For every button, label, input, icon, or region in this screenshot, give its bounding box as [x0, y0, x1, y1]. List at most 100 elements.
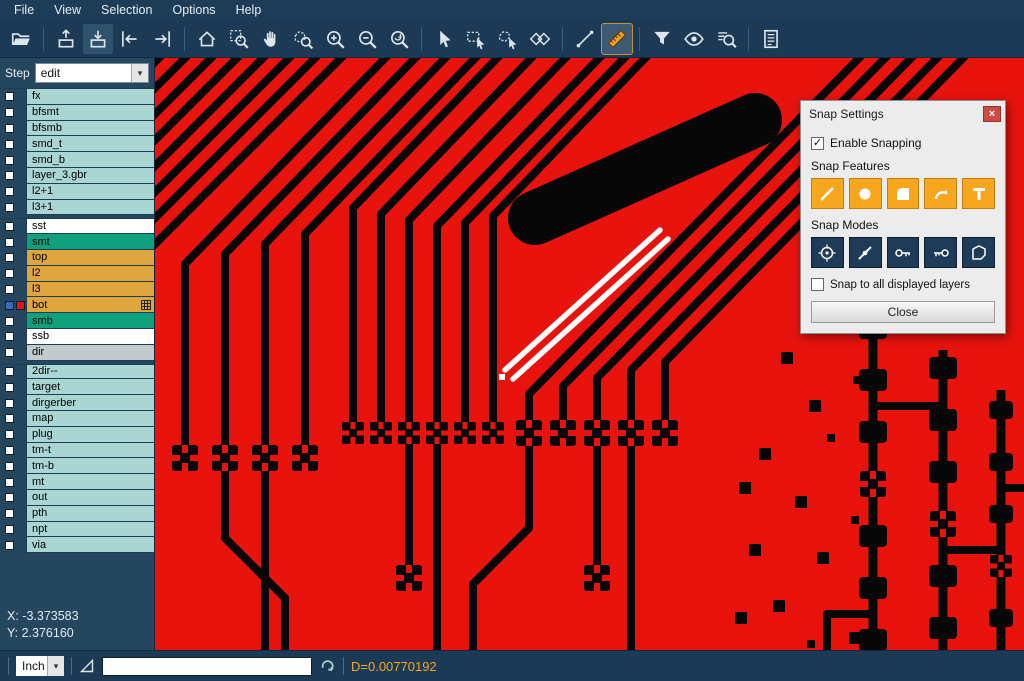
enable-snapping-checkbox[interactable]: Enable Snapping [811, 136, 995, 150]
layer-checkbox[interactable] [0, 250, 26, 266]
snap-mode-point-button[interactable] [849, 237, 882, 268]
layer-cell[interactable]: plug [26, 427, 154, 443]
layer-cell[interactable]: dirgerber [26, 395, 154, 411]
layer-checkbox[interactable] [0, 89, 26, 105]
layer-cell[interactable]: fx [26, 89, 154, 105]
menu-item-selection[interactable]: Selection [91, 1, 162, 19]
snap-feature-text-button[interactable] [962, 178, 995, 209]
layer-checkbox[interactable] [0, 200, 26, 216]
layer-checkbox[interactable] [0, 219, 26, 234]
snap-feature-pad-button[interactable] [849, 178, 882, 209]
polygon-select-button[interactable] [493, 24, 523, 54]
snap-mode-contour-button[interactable] [962, 237, 995, 268]
layer-row[interactable]: bot [0, 297, 154, 313]
layer-checkbox[interactable] [0, 395, 26, 411]
layer-checkbox[interactable] [0, 427, 26, 443]
layer-checkbox[interactable] [0, 365, 26, 380]
layer-row[interactable]: bfsmb [0, 121, 154, 137]
pointer-select-button[interactable] [429, 24, 459, 54]
layer-row[interactable]: tm-t [0, 443, 154, 459]
refresh-icon[interactable] [319, 658, 336, 675]
layer-cell[interactable]: tm-b [26, 458, 154, 474]
layer-checkbox[interactable] [0, 474, 26, 490]
layer-cell[interactable]: layer_3.gbr [26, 168, 154, 184]
export-up-button[interactable] [51, 24, 81, 54]
zoom-polygon-button[interactable] [288, 24, 318, 54]
layer-row[interactable]: layer_3.gbr [0, 168, 154, 184]
zoom-out-button[interactable] [352, 24, 382, 54]
ruler-tool-button[interactable] [602, 24, 632, 54]
layer-cell[interactable]: pth [26, 506, 154, 522]
menu-item-help[interactable]: Help [226, 1, 272, 19]
layer-row[interactable]: target [0, 379, 154, 395]
visibility-button[interactable] [679, 24, 709, 54]
layer-cell[interactable]: l3 [26, 282, 154, 298]
snap-all-layers-checkbox[interactable]: Snap to all displayed layers [811, 278, 995, 291]
layer-cell[interactable]: bot [26, 297, 154, 313]
layer-checkbox[interactable] [0, 522, 26, 538]
layer-row[interactable]: dir [0, 345, 154, 361]
layer-checkbox[interactable] [0, 345, 26, 361]
layer-checkbox[interactable] [0, 136, 26, 152]
layer-cell[interactable]: smd_t [26, 136, 154, 152]
layer-row[interactable]: mt [0, 474, 154, 490]
layer-checkbox[interactable] [0, 121, 26, 137]
layer-checkbox[interactable] [0, 329, 26, 345]
snap-mode-center-button[interactable] [811, 237, 844, 268]
triangle-tool-icon[interactable] [79, 658, 95, 674]
layer-row[interactable]: bfsmt [0, 105, 154, 121]
zoom-in-button[interactable] [320, 24, 350, 54]
layer-row[interactable]: smd_t [0, 136, 154, 152]
filter-button[interactable] [647, 24, 677, 54]
rectangle-select-button[interactable] [461, 24, 491, 54]
snap-feature-arc-button[interactable] [924, 178, 957, 209]
layer-row[interactable]: tm-b [0, 458, 154, 474]
layer-checkbox[interactable] [0, 458, 26, 474]
dialog-titlebar[interactable]: Snap Settings × [801, 101, 1005, 126]
layer-checkbox[interactable] [0, 490, 26, 506]
export-right-button[interactable] [147, 24, 177, 54]
menu-item-options[interactable]: Options [162, 1, 225, 19]
layer-checkbox[interactable] [0, 234, 26, 250]
layer-checkbox[interactable] [0, 506, 26, 522]
layer-row[interactable]: smd_b [0, 152, 154, 168]
snap-feature-line-button[interactable] [811, 178, 844, 209]
zoom-window-button[interactable] [224, 24, 254, 54]
layer-row[interactable]: fx [0, 89, 154, 105]
layer-checkbox[interactable] [0, 443, 26, 459]
layer-checkbox[interactable] [0, 168, 26, 184]
layer-row[interactable]: map [0, 411, 154, 427]
multi-select-button[interactable] [525, 24, 555, 54]
layer-cell[interactable]: via [26, 537, 154, 553]
layer-row[interactable]: l3+1 [0, 200, 154, 216]
layer-cell[interactable]: top [26, 250, 154, 266]
menu-item-file[interactable]: File [4, 1, 44, 19]
layer-row[interactable]: plug [0, 427, 154, 443]
menu-item-view[interactable]: View [44, 1, 91, 19]
grid-icon[interactable] [141, 300, 151, 310]
layer-row[interactable]: l3 [0, 282, 154, 298]
layer-cell[interactable]: smd_b [26, 152, 154, 168]
step-dropdown[interactable]: edit [35, 63, 149, 83]
layer-checkbox[interactable] [0, 105, 26, 121]
layer-cell[interactable]: tm-t [26, 443, 154, 459]
layer-cell[interactable]: smt [26, 234, 154, 250]
layer-checkbox[interactable] [0, 537, 26, 553]
layer-cell[interactable]: smb [26, 313, 154, 329]
line-tool-button[interactable] [570, 24, 600, 54]
layer-cell[interactable]: map [26, 411, 154, 427]
snap-feature-surface-button[interactable] [887, 178, 920, 209]
layer-row[interactable]: l2 [0, 266, 154, 282]
layer-cell[interactable]: dir [26, 345, 154, 361]
layer-cell[interactable]: bfsmt [26, 105, 154, 121]
layer-cell[interactable]: sst [26, 219, 154, 234]
layer-checkbox[interactable] [0, 379, 26, 395]
layer-cell[interactable]: npt [26, 522, 154, 538]
snap-mode-guide-b-button[interactable] [924, 237, 957, 268]
layer-row[interactable]: top [0, 250, 154, 266]
zoom-reset-button[interactable] [384, 24, 414, 54]
command-input[interactable] [102, 657, 312, 676]
close-button[interactable]: × [983, 106, 1001, 122]
unit-dropdown[interactable]: Inch [16, 656, 64, 676]
layer-row[interactable]: npt [0, 522, 154, 538]
